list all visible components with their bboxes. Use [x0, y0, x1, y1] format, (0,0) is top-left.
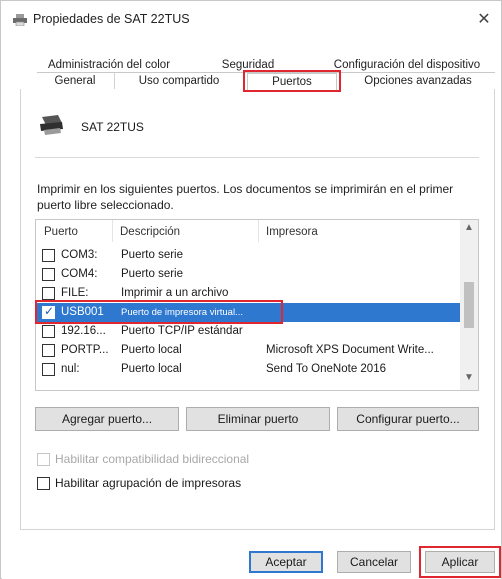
tab-advanced-options[interactable]: Opciones avanzadas — [341, 73, 495, 90]
close-button[interactable]: ✕ — [469, 7, 499, 33]
port-name: COM4: — [61, 268, 98, 280]
delete-port-button[interactable]: Eliminar puerto — [186, 407, 330, 431]
port-name: USB001 — [61, 306, 104, 318]
printer-properties-dialog: Propiedades de SAT 22TUS ✕ Administració… — [0, 0, 502, 579]
list-header: Puerto Descripción Impresora — [36, 220, 478, 244]
printer-name: SAT 22TUS — [81, 120, 144, 134]
cancel-button[interactable]: Cancelar — [337, 551, 411, 573]
scroll-thumb[interactable] — [464, 282, 474, 328]
column-divider[interactable] — [258, 220, 259, 242]
column-divider[interactable] — [112, 220, 113, 242]
printer-pooling-label: Habilitar agrupación de impresoras — [55, 476, 242, 490]
checkmark-icon: ✓ — [44, 304, 55, 318]
port-name: FILE: — [61, 287, 89, 299]
vertical-scrollbar[interactable]: ▲ ▼ — [460, 220, 478, 390]
configure-port-button[interactable]: Configurar puerto... — [337, 407, 479, 431]
port-row-usb001[interactable]: ✓ USB001 Puerto de impresora virtual... — [36, 303, 460, 322]
port-row-com4[interactable]: COM4: Puerto serie — [36, 265, 460, 284]
scroll-down-icon[interactable]: ▼ — [460, 372, 478, 388]
divider — [35, 157, 479, 158]
tab-sharing[interactable]: Uso compartido — [115, 73, 243, 90]
printer-pooling-checkbox[interactable] — [37, 477, 50, 490]
column-header-printer[interactable]: Impresora — [266, 226, 318, 238]
port-name: nul: — [61, 363, 80, 375]
port-description: Puerto serie — [121, 249, 184, 261]
port-description: Puerto local — [121, 344, 182, 356]
port-checkbox[interactable] — [42, 325, 55, 338]
title-bar: Propiedades de SAT 22TUS ✕ — [1, 1, 501, 39]
port-name: PORTP... — [61, 344, 109, 356]
port-row-nul[interactable]: nul: Puerto local Send To OneNote 2016 — [36, 360, 460, 379]
port-row-file[interactable]: FILE: Imprimir a un archivo — [36, 284, 460, 303]
port-description: Puerto de impresora virtual... — [121, 307, 243, 318]
ports-list[interactable]: Puerto Descripción Impresora COM3: Puert… — [35, 219, 479, 391]
close-icon: ✕ — [477, 11, 491, 28]
port-checkbox[interactable] — [42, 363, 55, 376]
port-row-portprompt[interactable]: PORTP... Puerto local Microsoft XPS Docu… — [36, 341, 460, 360]
port-description: Puerto TCP/IP estándar — [121, 325, 243, 337]
port-checkbox[interactable]: ✓ — [42, 304, 55, 319]
column-header-port[interactable]: Puerto — [44, 226, 78, 238]
port-printer: Microsoft XPS Document Write... — [266, 344, 434, 356]
port-checkbox[interactable] — [42, 344, 55, 357]
tab-general[interactable]: General — [37, 73, 113, 90]
bidirectional-checkbox[interactable] — [37, 453, 50, 466]
bidirectional-label: Habilitar compatibilidad bidireccional — [55, 452, 250, 466]
port-checkbox[interactable] — [42, 287, 55, 300]
ports-instruction: Imprimir en los siguientes puertos. Los … — [37, 182, 454, 212]
port-description: Puerto serie — [121, 268, 184, 280]
window-title: Propiedades de SAT 22TUS — [33, 12, 190, 26]
add-port-button[interactable]: Agregar puerto... — [35, 407, 179, 431]
port-checkbox[interactable] — [42, 268, 55, 281]
printer-icon — [13, 14, 27, 26]
port-name: 192.16... — [61, 325, 106, 337]
port-row-tcpip[interactable]: 192.16... Puerto TCP/IP estándar — [36, 322, 460, 341]
port-printer: Send To OneNote 2016 — [266, 363, 386, 375]
port-description: Puerto local — [121, 363, 182, 375]
accept-button[interactable]: Aceptar — [249, 551, 323, 573]
port-checkbox[interactable] — [42, 249, 55, 262]
tab-ports[interactable]: Puertos — [247, 73, 337, 90]
column-header-description[interactable]: Descripción — [120, 226, 180, 238]
printer-icon — [40, 115, 63, 135]
scroll-up-icon[interactable]: ▲ — [460, 222, 478, 238]
port-name: COM3: — [61, 249, 98, 261]
port-row-com3[interactable]: COM3: Puerto serie — [36, 246, 460, 265]
port-description: Imprimir a un archivo — [121, 287, 229, 299]
apply-button[interactable]: Aplicar — [425, 551, 495, 573]
